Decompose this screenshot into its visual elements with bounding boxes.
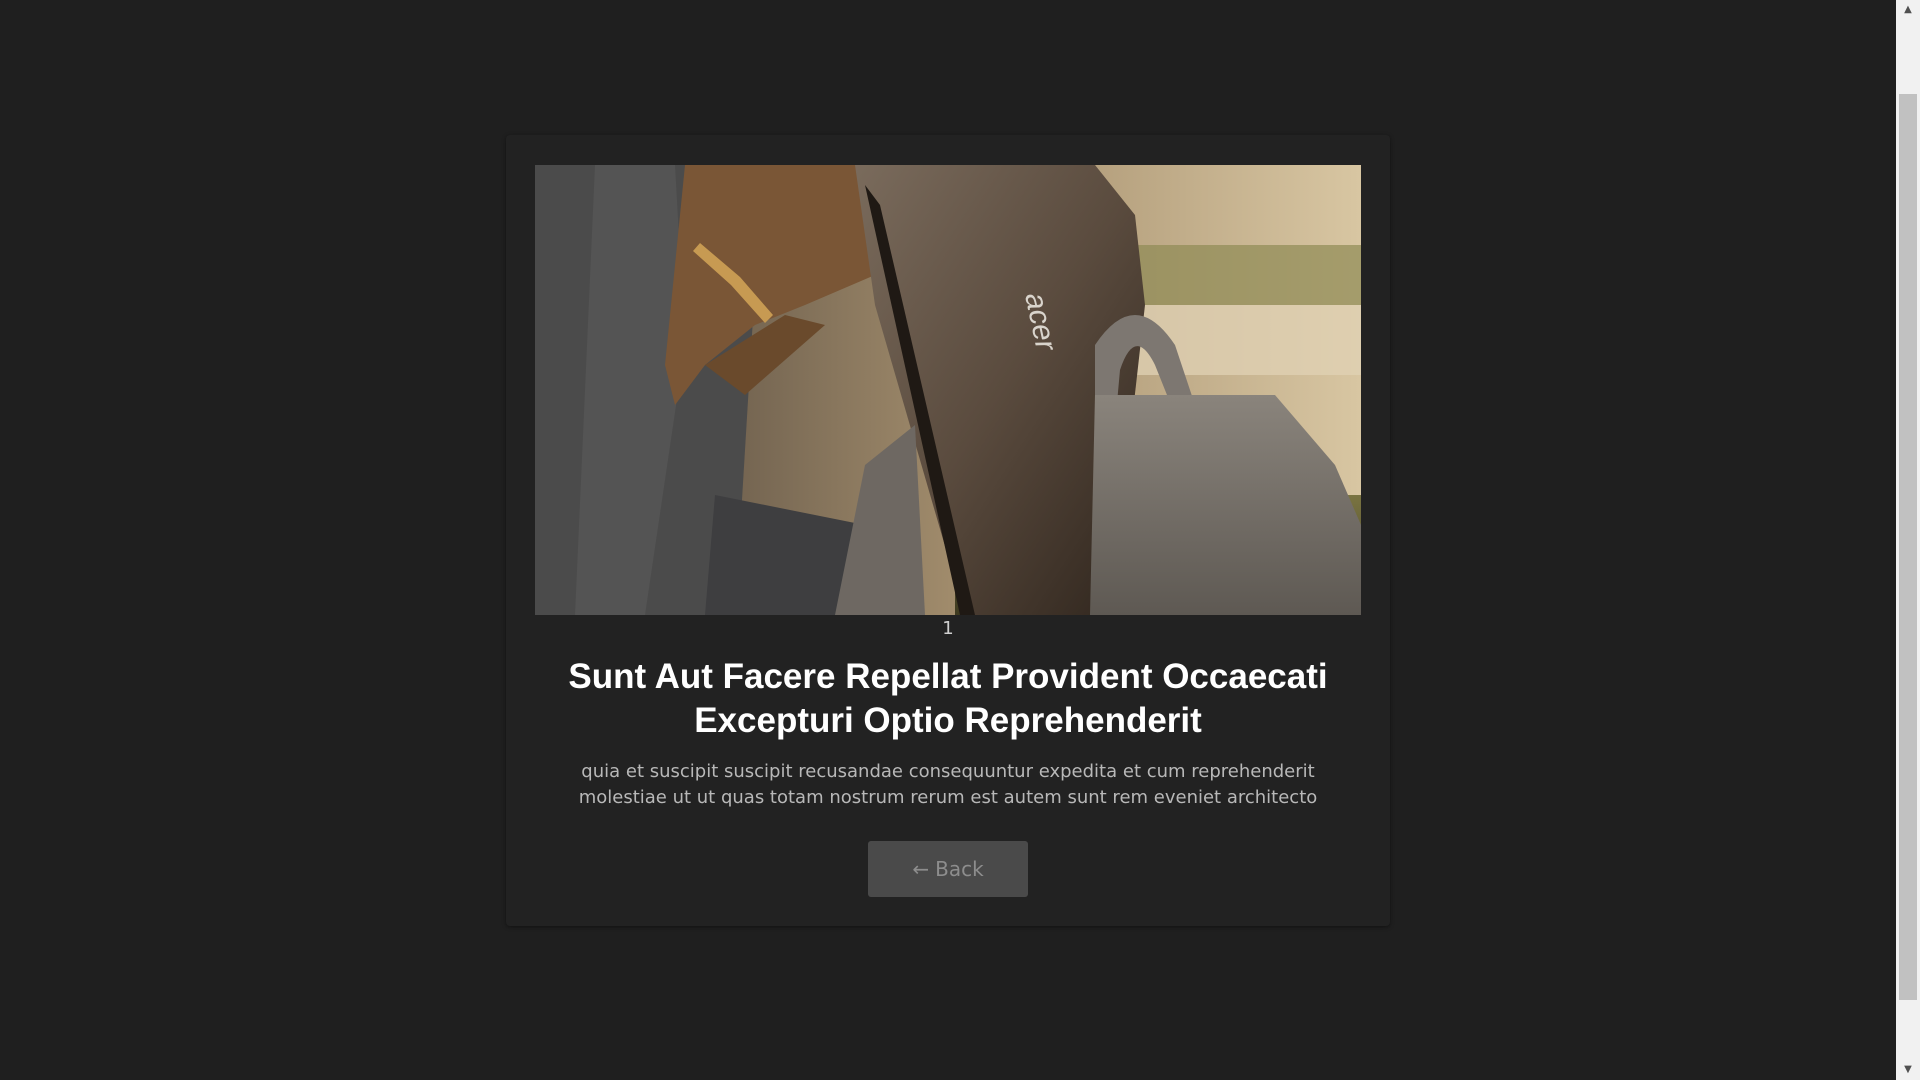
scroll-up-arrow-icon[interactable]: ▲: [1896, 0, 1920, 20]
back-button[interactable]: ← Back: [868, 841, 1028, 897]
page-viewport: acer 1 Sunt Aut Facere Repellat Providen…: [0, 0, 1896, 1080]
scrollbar-thumb[interactable]: [1899, 94, 1917, 1000]
vertical-scrollbar[interactable]: ▲ ▼: [1896, 0, 1920, 1080]
post-image: acer: [535, 165, 1361, 615]
arrow-left-icon: ←: [912, 857, 930, 881]
post-body: quia et suscipit suscipit recusandae con…: [578, 761, 1318, 808]
back-button-label: Back: [935, 857, 984, 881]
laptop-backpack-photo: acer: [535, 165, 1361, 615]
post-id: 1: [942, 618, 954, 639]
post-title: Sunt Aut Facere Repellat Provident Occae…: [568, 657, 1328, 740]
scroll-down-arrow-icon[interactable]: ▼: [1896, 1060, 1920, 1080]
post-card: acer 1 Sunt Aut Facere Repellat Providen…: [506, 135, 1390, 926]
